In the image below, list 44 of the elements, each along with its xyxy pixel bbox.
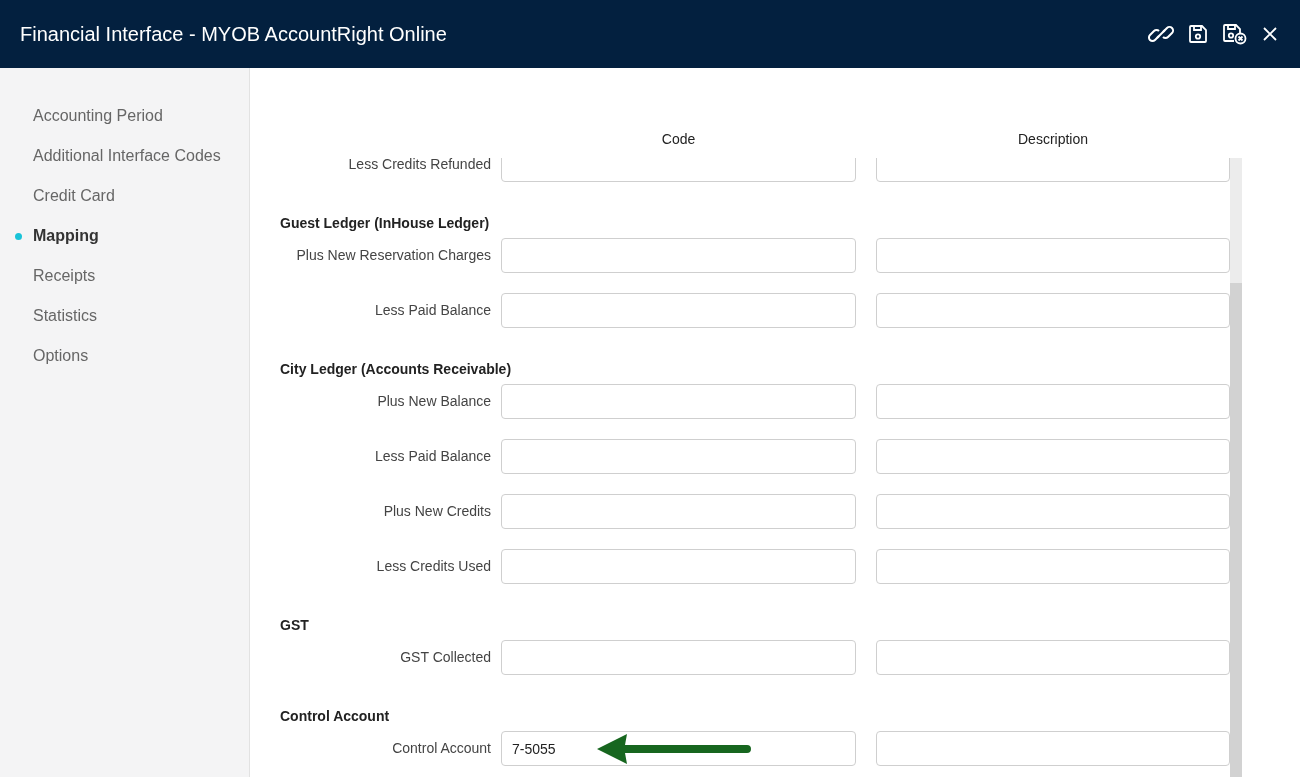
sidebar-item[interactable]: Options bbox=[0, 336, 249, 376]
text-field[interactable] bbox=[501, 384, 856, 419]
text-field[interactable] bbox=[501, 640, 856, 675]
sidebar-item[interactable]: Accounting Period bbox=[0, 96, 249, 136]
save-icon[interactable] bbox=[1188, 24, 1208, 44]
scrollbar-thumb[interactable] bbox=[1230, 283, 1242, 777]
text-field[interactable] bbox=[501, 549, 856, 584]
sidebar-item[interactable]: Additional Interface Codes bbox=[0, 136, 249, 176]
save-close-icon[interactable] bbox=[1222, 23, 1248, 45]
text-field[interactable] bbox=[501, 494, 856, 529]
field-label: Plus New Reservation Charges bbox=[296, 246, 491, 265]
field-label: Less Credits Used bbox=[376, 557, 491, 576]
window-title: Financial Interface - MYOB AccountRight Online bbox=[20, 22, 447, 47]
text-field[interactable] bbox=[876, 238, 1230, 273]
section-heading: City Ledger (Accounts Receivable) bbox=[280, 361, 512, 377]
section-heading: Control Account bbox=[280, 708, 390, 724]
section-heading: Guest Ledger (InHouse Ledger) bbox=[280, 215, 490, 231]
sidebar-item[interactable]: Credit Card bbox=[0, 176, 249, 216]
text-field[interactable] bbox=[876, 731, 1230, 766]
text-field[interactable] bbox=[876, 494, 1230, 529]
column-header: Code bbox=[661, 130, 696, 149]
text-field[interactable] bbox=[876, 549, 1230, 584]
sidebar-item[interactable]: Mapping bbox=[0, 216, 249, 256]
sidebar-item[interactable]: Statistics bbox=[0, 296, 249, 336]
text-field[interactable] bbox=[501, 439, 856, 474]
text-field[interactable] bbox=[501, 238, 856, 273]
text-field[interactable] bbox=[876, 439, 1230, 474]
field-label: Control Account bbox=[392, 739, 491, 758]
field-label: Less Paid Balance bbox=[375, 301, 491, 320]
text-field[interactable] bbox=[876, 384, 1230, 419]
text-field[interactable] bbox=[876, 293, 1230, 328]
field-label: Plus New Credits bbox=[383, 502, 491, 521]
link-icon[interactable] bbox=[1148, 23, 1174, 45]
text-field[interactable] bbox=[876, 640, 1230, 675]
text-field[interactable] bbox=[501, 293, 856, 328]
scrollbar[interactable] bbox=[1230, 158, 1242, 777]
column-header: Description bbox=[1018, 130, 1088, 149]
close-icon[interactable] bbox=[1262, 26, 1278, 42]
field-label: Plus New Balance bbox=[377, 392, 491, 411]
section-heading: GST bbox=[280, 617, 309, 633]
field-label: Less Credits Refunded bbox=[348, 158, 491, 174]
field-label: Less Paid Balance bbox=[375, 447, 491, 466]
sidebar-item[interactable]: Receipts bbox=[0, 256, 249, 296]
field-label: GST Collected bbox=[400, 648, 491, 667]
